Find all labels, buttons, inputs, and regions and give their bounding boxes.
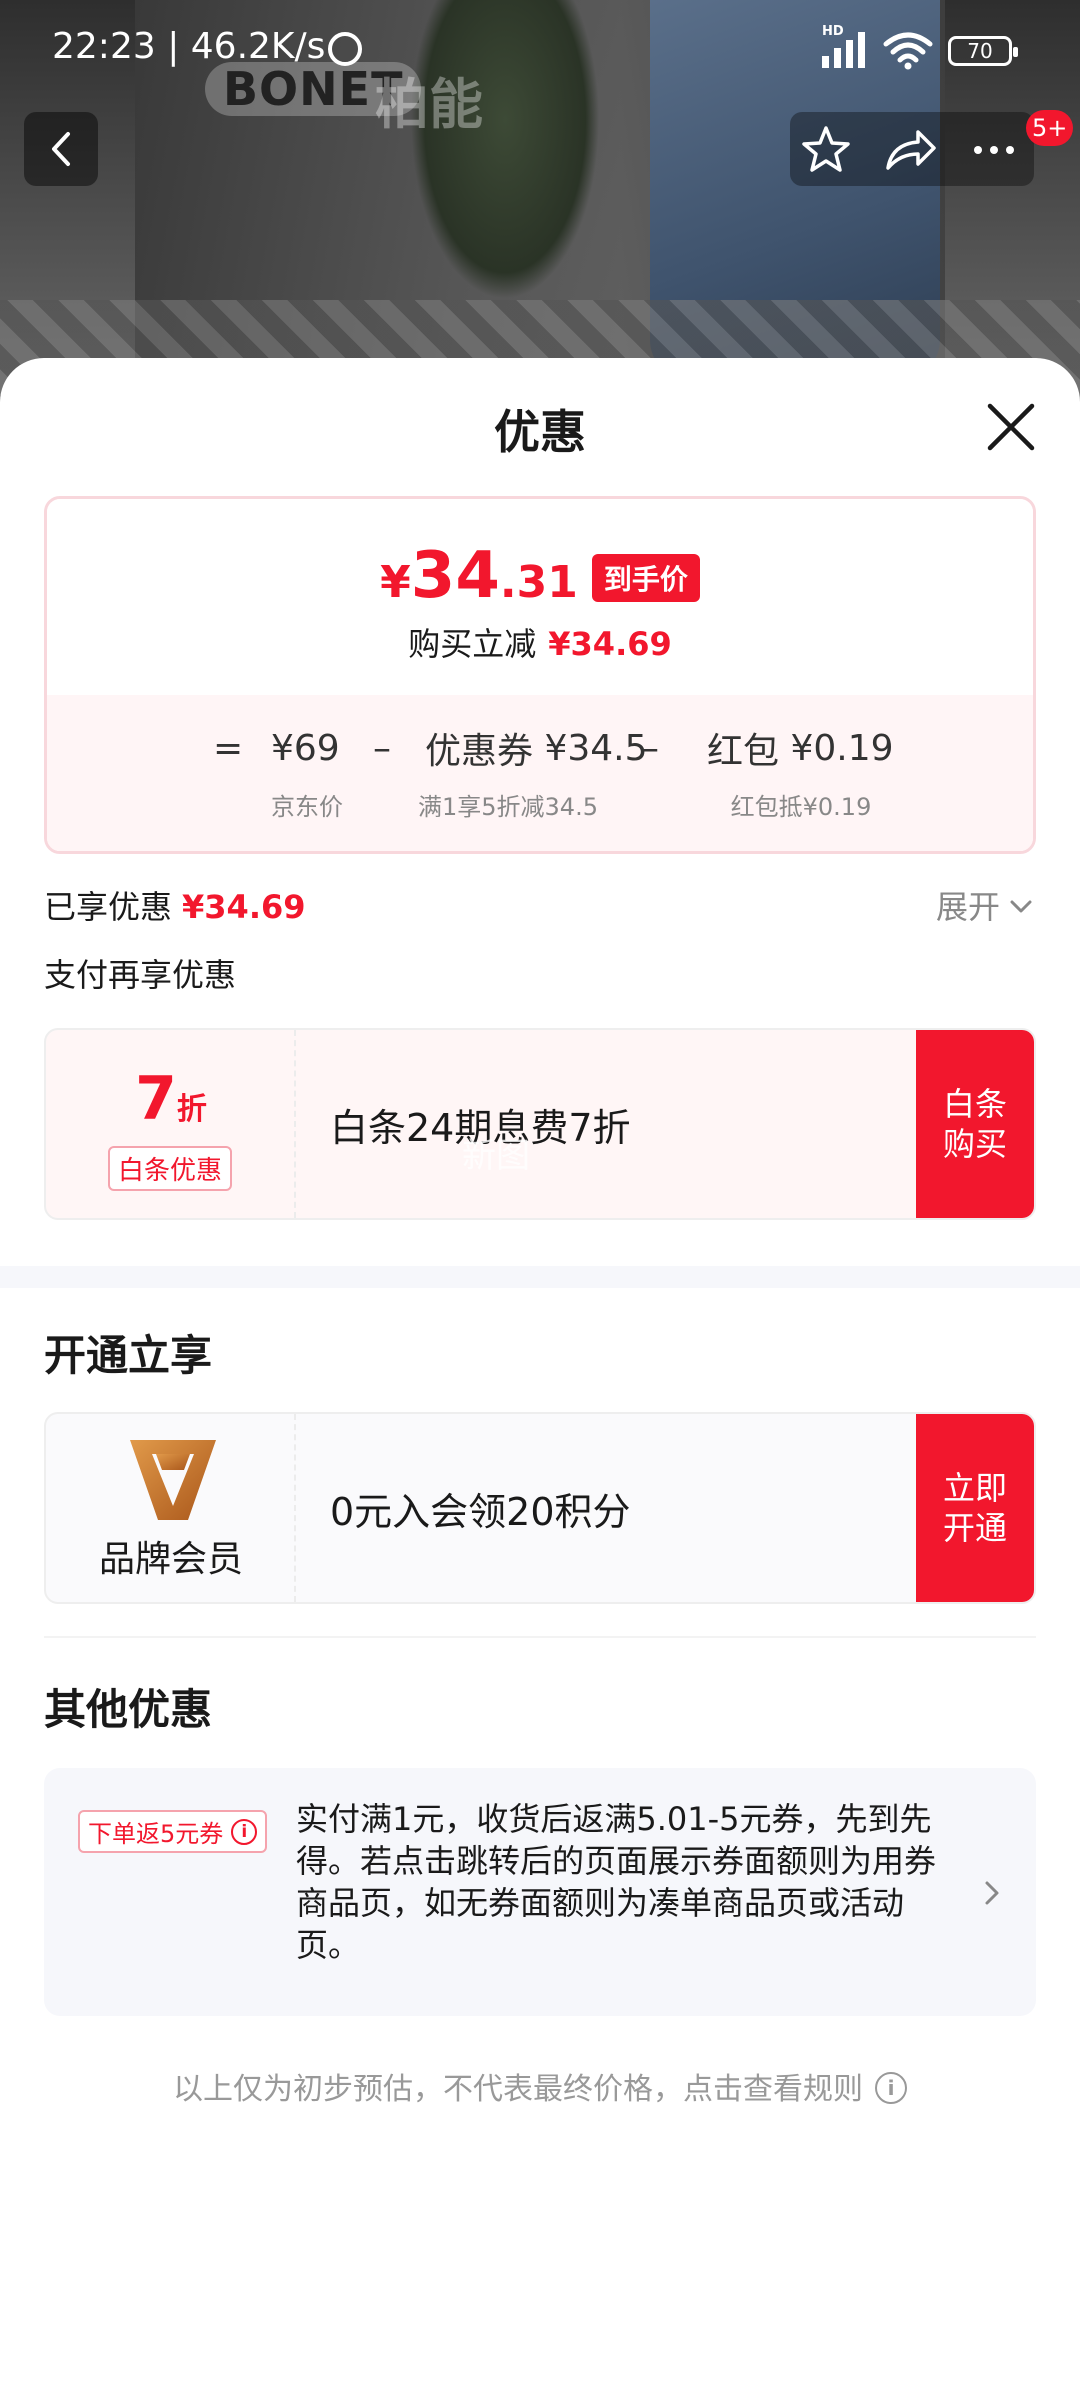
baitiao-buy-button[interactable]: 白条 购买 (916, 1030, 1034, 1218)
formula-coupon: 优惠券 ¥34.5 (425, 723, 648, 773)
enjoyed-discount: 已享优惠 ¥34.69 (44, 882, 306, 928)
final-price: ¥34.31 到手价 (47, 539, 1033, 613)
membership-card: 品牌会员 0元入会领20积分 立即 开通 (44, 1412, 1036, 1604)
formula-eq: = (213, 723, 243, 773)
final-price-currency: ¥ (380, 557, 411, 608)
watermark: 新图 (462, 1136, 530, 1176)
membership-brand: 品牌会员 (46, 1414, 296, 1602)
close-icon[interactable] (982, 398, 1040, 456)
return-coupon-card[interactable]: 下单返5元券 i 实付满1元，收货后返满5.01-5元券，先到先得。若点击跳转后的… (44, 1768, 1036, 2016)
brand-member-label: 品牌会员 (98, 1539, 243, 1580)
jd-price-label: 京东价 (271, 793, 343, 821)
battery-icon: 70 (948, 36, 1018, 66)
status-bar: 22:23 | 46.2K/s HD 70 (0, 0, 1080, 100)
sheet-title: 优惠 (494, 405, 586, 459)
minus-sign: – (373, 727, 391, 769)
expand-button[interactable]: 展开 (936, 882, 1000, 928)
formula-jd-price: ¥69 (271, 723, 340, 773)
section-divider (0, 1266, 1080, 1288)
more-icon[interactable] (966, 122, 1022, 178)
return-coupon-text: 实付满1元，收货后返满5.01-5元券，先到先得。若点击跳转后的页面展示券面额则… (296, 1800, 937, 1964)
jd-price-value: ¥69 (271, 727, 340, 769)
enjoyed-label: 已享优惠 (44, 888, 173, 926)
info-icon[interactable]: i (875, 2072, 907, 2104)
reduce-line: 购买立减 ¥34.69 (47, 619, 1033, 665)
final-price-tag: 到手价 (591, 554, 700, 602)
chevron-down-icon[interactable] (1010, 900, 1032, 914)
reduce-label: 购买立减 (408, 625, 537, 663)
wifi-icon (883, 32, 933, 70)
membership-title: 开通立享 (44, 1331, 213, 1380)
membership-text: 0元入会领20积分 (330, 1489, 631, 1534)
redpack-name: 红包 (707, 731, 780, 772)
coupon-amount: ¥34.5 (544, 727, 648, 769)
reduce-amount: ¥34.69 (548, 625, 672, 663)
price-formula: = ¥69 京东价 – 优惠券 ¥34.5 满1享5折减34.5 – 红包 ¥0… (47, 695, 1033, 851)
discount-tag: 白条优惠 (108, 1146, 233, 1191)
formula-minus-1: – (373, 723, 391, 773)
baitiao-offer-text: 白条24期息费7折 (330, 1105, 631, 1150)
join-now-button[interactable]: 立即 开通 (916, 1414, 1034, 1602)
minus-sign: – (641, 727, 659, 769)
equals-sign: = (213, 727, 244, 769)
pay-offers-title: 支付再享优惠 (44, 956, 237, 994)
return-coupon-tag-label: 下单返5元券 (88, 1820, 224, 1848)
favorite-star-icon[interactable] (798, 122, 854, 178)
coupon-label: 满1享5折减34.5 (418, 793, 598, 821)
price-breakdown-card: ¥34.31 到手价 购买立减 ¥34.69 = ¥69 京东价 – 优惠券 ¥34… (44, 496, 1036, 854)
discount-value: 7折 (46, 1064, 296, 1134)
baitiao-offer-card: 7折 白条优惠 白条24期息费7折 白条 购买 (44, 1028, 1036, 1220)
price-summary: ¥34.31 到手价 购买立减 ¥34.69 (47, 499, 1033, 695)
final-price-int: 34 (410, 539, 500, 613)
coupon-name: 优惠券 (425, 731, 534, 772)
other-offers-title: 其他优惠 (44, 1685, 213, 1734)
discount-unit: 折 (176, 1092, 207, 1127)
enjoyed-amount: ¥34.69 (182, 888, 306, 926)
discount-number: 7 (135, 1064, 177, 1134)
share-icon[interactable] (880, 122, 940, 178)
price-rules-text: 以上仅为初步预估，不代表最终价格，点击查看规则 (173, 2072, 863, 2107)
signal-icon (822, 30, 865, 68)
divider-line (44, 1636, 1036, 1638)
message-count-badge: 5+ (1026, 110, 1074, 146)
formula-minus-2: – (641, 723, 659, 773)
final-price-dec: .31 (499, 557, 578, 608)
redpack-amount: ¥0.19 (790, 727, 894, 769)
back-button[interactable] (24, 112, 98, 186)
join-now-label: 立即 开通 (942, 1469, 1007, 1547)
redpack-label: 红包抵¥0.19 (730, 793, 872, 821)
discount-sheet: 优惠 ¥34.31 到手价 购买立减 ¥34.69 = ¥69 京东价 – 优惠券 … (0, 358, 1080, 2400)
brand-member-logo-icon (130, 1440, 216, 1520)
baitiao-buy-label: 白条 购买 (942, 1085, 1007, 1163)
return-coupon-tag: 下单返5元券 i (78, 1810, 268, 1853)
price-rules-note[interactable]: 以上仅为初步预估，不代表最终价格，点击查看规则 i (0, 2064, 1080, 2108)
formula-redpack: 红包 ¥0.19 (707, 723, 894, 773)
chevron-right-icon[interactable] (984, 1880, 1000, 1906)
chevron-left-icon (52, 132, 70, 166)
status-time: 22:23 | 46.2K/s (52, 26, 326, 67)
info-icon[interactable]: i (231, 1818, 258, 1845)
alarm-icon (328, 32, 362, 66)
baitiao-discount-badge: 7折 白条优惠 (46, 1030, 296, 1218)
